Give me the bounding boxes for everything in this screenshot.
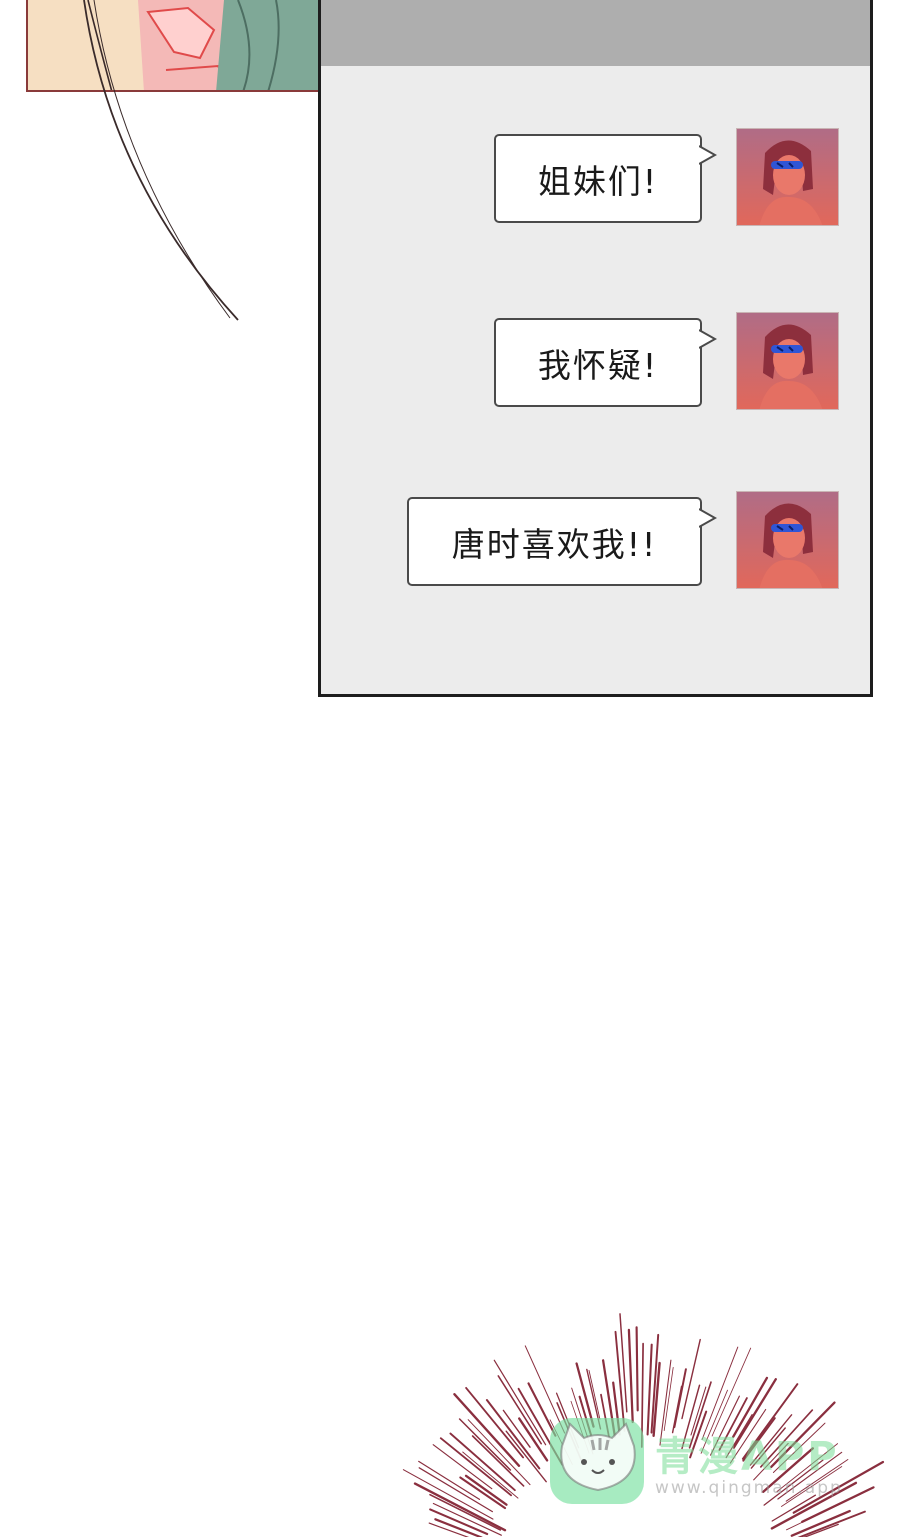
speed-line [402,1469,494,1520]
speed-line [673,1368,687,1429]
speed-line [711,1347,752,1437]
watermark-brand: 青漫APP [655,1434,840,1480]
speed-line [646,1343,653,1436]
speed-lines-effect [402,1313,885,1537]
speed-line [635,1326,639,1412]
watermark-url: www.qingman.app [655,1478,843,1498]
cat-logo-icon [548,1412,648,1506]
speed-line [462,1451,519,1499]
speed-line [418,1460,481,1500]
speed-line [464,1474,508,1506]
speed-line [428,1522,470,1537]
speed-line [627,1328,634,1424]
speed-line [432,1502,502,1536]
